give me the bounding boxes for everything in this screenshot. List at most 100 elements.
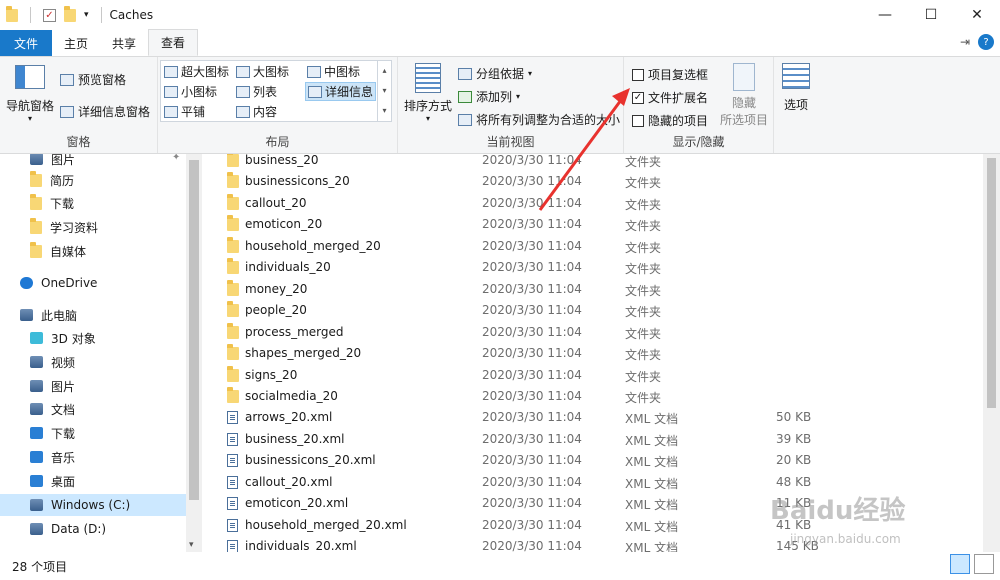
nav-item[interactable]: 自媒体 — [0, 240, 186, 262]
hidden-items-checkbox[interactable] — [632, 114, 644, 127]
file-name: callout_20 — [245, 195, 307, 210]
nav-item-label: 下载 — [50, 196, 75, 211]
downloads-icon — [30, 427, 43, 439]
nav-item[interactable]: 图片 — [0, 375, 186, 397]
nav-item[interactable]: Windows (C:) — [0, 494, 186, 516]
file-list-scrollbar[interactable] — [983, 154, 1000, 552]
tab-file[interactable]: 文件 — [0, 30, 53, 56]
layout-extra-large-icons[interactable]: 超大图标 — [164, 63, 229, 80]
tab-view[interactable]: 查看 — [148, 29, 199, 56]
layout-list[interactable]: 列表 — [236, 83, 277, 100]
table-row[interactable]: signs_20 2020/3/30 11:04 文件夹 — [202, 365, 982, 386]
table-row[interactable]: businessicons_20 2020/3/30 11:04 文件夹 — [202, 171, 982, 192]
item-checkboxes-checkbox[interactable] — [632, 68, 644, 81]
layout-small-icons[interactable]: 小图标 — [164, 83, 217, 100]
file-type: XML 文档 — [625, 541, 679, 552]
close-button[interactable]: ✕ — [954, 0, 1000, 30]
hide-selected-label-2: 所选项目 — [719, 113, 768, 127]
nav-item-label: 下载 — [51, 426, 76, 441]
nav-item[interactable]: 下载 — [0, 192, 186, 214]
pin-icon[interactable]: ✦ — [172, 154, 180, 163]
scroll-down-icon[interactable]: ▾ — [189, 540, 194, 550]
file-list-scrollbar-thumb[interactable] — [987, 158, 996, 408]
details-pane-label: 详细信息窗格 — [78, 105, 151, 119]
customize-qat-chevron-icon[interactable]: ▾ — [84, 10, 89, 20]
nav-item[interactable]: 音乐 — [0, 446, 186, 468]
layout-content[interactable]: 内容 — [236, 103, 277, 120]
panes-group: 导航窗格 ▾ 预览窗格 详细信息窗格 窗格 — [0, 57, 158, 153]
fit-columns-button[interactable]: 将所有列调整为合适的大小 — [458, 111, 620, 128]
table-row[interactable]: people_20 2020/3/30 11:04 文件夹 — [202, 300, 982, 321]
nav-item[interactable]: 图片 — [0, 154, 186, 170]
nav-scrollbar-thumb[interactable] — [189, 160, 199, 500]
nav-scrollbar[interactable]: ▾ — [186, 154, 202, 552]
maximize-button[interactable]: ☐ — [908, 0, 954, 30]
nav-item[interactable]: 文档 — [0, 398, 186, 420]
table-row[interactable]: arrows_20.xml 2020/3/30 11:04 XML 文档 50 KB — [202, 407, 982, 428]
window-controls: — ☐ ✕ — [862, 0, 1000, 30]
nav-item[interactable]: 桌面 — [0, 470, 186, 492]
nav-item[interactable]: 此电脑 — [0, 304, 186, 326]
table-row[interactable]: socialmedia_20 2020/3/30 11:04 文件夹 — [202, 386, 982, 407]
table-row[interactable]: money_20 2020/3/30 11:04 文件夹 — [202, 279, 982, 300]
file-name: shapes_merged_20 — [245, 346, 362, 361]
file-size: 48 KB — [776, 474, 812, 489]
layout-item-label: 平铺 — [181, 105, 206, 119]
table-row[interactable]: household_merged_20 2020/3/30 11:04 文件夹 — [202, 236, 982, 257]
table-row[interactable]: process_merged 2020/3/30 11:04 文件夹 — [202, 322, 982, 343]
layout-details[interactable]: 详细信息 — [305, 82, 377, 101]
hidden-items-toggle[interactable]: 隐藏的项目 — [632, 112, 708, 129]
table-row[interactable]: businessicons_20.xml 2020/3/30 11:04 XML 文… — [202, 450, 982, 471]
table-row[interactable]: individuals_20 2020/3/30 11:04 文件夹 — [202, 257, 982, 278]
nav-item[interactable]: 下载 — [0, 422, 186, 444]
table-row[interactable]: callout_20 2020/3/30 11:04 文件夹 — [202, 193, 982, 214]
large-icons-view-button[interactable] — [974, 554, 994, 574]
file-extensions-toggle[interactable]: ✓ 文件扩展名 — [632, 89, 708, 106]
gallery-scroll[interactable]: ▴ ▾ ▾ — [377, 61, 391, 121]
help-icon[interactable]: ? — [978, 34, 994, 50]
layout-tiles[interactable]: 平铺 — [164, 103, 205, 120]
folder-icon — [227, 258, 239, 275]
table-row[interactable]: business_20 2020/3/30 11:04 文件夹 — [202, 154, 982, 171]
nav-item[interactable]: Data (D:) — [0, 518, 186, 540]
nav-item[interactable]: OneDrive — [0, 272, 186, 294]
new-folder-icon[interactable] — [64, 5, 76, 22]
folder-icon — [227, 301, 239, 318]
options-label: 选项 — [783, 98, 808, 112]
3d-objects-icon — [30, 332, 43, 344]
sort-by-button[interactable]: 排序方式 ▾ — [402, 63, 454, 123]
properties-icon[interactable]: ✓ — [43, 8, 56, 22]
hide-selected-button[interactable]: 隐藏 所选项目 — [716, 63, 772, 128]
item-checkboxes-toggle[interactable]: 项目复选框 — [632, 66, 708, 83]
pin-ribbon-icon[interactable]: ⇥ — [960, 35, 970, 49]
tab-share[interactable]: 共享 — [100, 30, 148, 56]
file-extensions-checkbox[interactable]: ✓ — [632, 91, 644, 104]
table-row[interactable]: business_20.xml 2020/3/30 11:04 XML 文档 39 K… — [202, 429, 982, 450]
options-button[interactable]: 选项 — [778, 63, 814, 113]
add-column-button[interactable]: 添加列 ▾ — [458, 88, 520, 105]
ribbon-tabs: 文件 主页 共享 查看 ⇥ ? — [0, 29, 1000, 56]
file-name: businessicons_20 — [245, 174, 350, 189]
nav-item[interactable]: 学习资料 — [0, 216, 186, 238]
table-row[interactable]: shapes_merged_20 2020/3/30 11:04 文件夹 — [202, 343, 982, 364]
content-icon — [236, 105, 250, 118]
tab-home[interactable]: 主页 — [52, 30, 100, 56]
divider — [100, 7, 102, 23]
layout-item-label: 详细信息 — [325, 85, 374, 99]
table-row[interactable]: emoticon_20 2020/3/30 11:04 文件夹 — [202, 214, 982, 235]
options-icon — [782, 63, 810, 89]
file-name: business_20 — [245, 154, 319, 167]
preview-pane-button[interactable]: 预览窗格 — [60, 71, 126, 88]
minimize-button[interactable]: — — [862, 0, 908, 30]
nav-item[interactable]: 视频 — [0, 351, 186, 373]
folder-icon — [227, 386, 239, 403]
nav-pane-button[interactable]: 导航窗格 ▾ — [4, 65, 56, 123]
details-view-button[interactable] — [950, 554, 970, 574]
nav-item[interactable]: 3D 对象 — [0, 327, 186, 349]
group-by-button[interactable]: 分组依据 ▾ — [458, 65, 532, 82]
nav-item[interactable]: 简历 — [0, 169, 186, 191]
layout-large-icons[interactable]: 大图标 — [236, 63, 289, 80]
add-column-label: 添加列 — [476, 90, 513, 104]
layout-medium-icons[interactable]: 中图标 — [307, 63, 360, 80]
details-pane-button[interactable]: 详细信息窗格 — [60, 103, 150, 120]
